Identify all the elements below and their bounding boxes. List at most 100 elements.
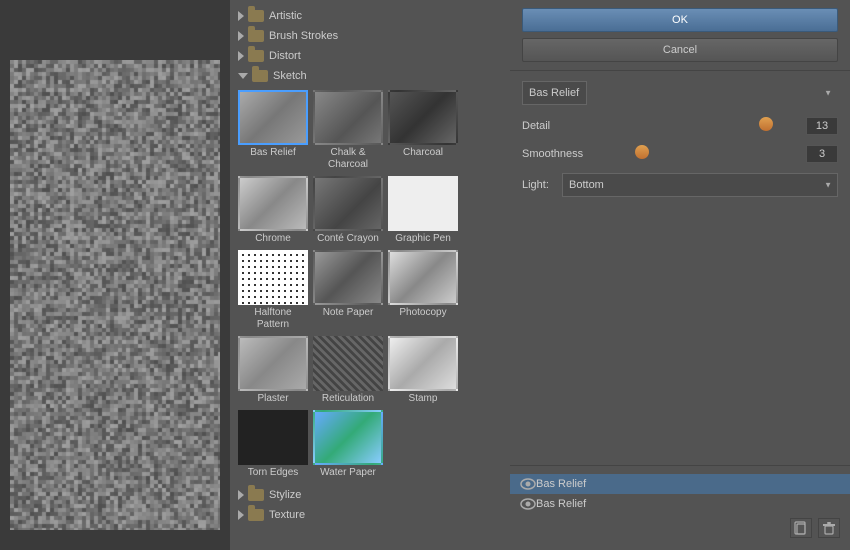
filter-select-wrapper: Bas Relief [522, 81, 838, 105]
filter-item-torn-edges[interactable]: Torn Edges [238, 410, 308, 479]
filter-label-reticulation: Reticulation [313, 393, 383, 405]
detail-label: Detail [522, 120, 602, 132]
folder-icon-texture [248, 509, 264, 521]
cancel-button[interactable]: Cancel [522, 38, 838, 62]
filter-item-stamp[interactable]: Stamp [388, 336, 458, 405]
filter-label-halftone-pattern: Halftone Pattern [238, 307, 308, 331]
layer-item-layer2[interactable]: Bas Relief [510, 494, 850, 514]
settings-area: Bas Relief Detail Smoothness Light: [510, 71, 850, 465]
detail-param-row: Detail [522, 117, 838, 135]
filter-item-chrome[interactable]: Chrome [238, 176, 308, 245]
filter-item-halftone-pattern[interactable]: Halftone Pattern [238, 250, 308, 331]
filter-label-charcoal: Charcoal [388, 147, 458, 159]
smoothness-label: Smoothness [522, 148, 602, 160]
filter-label-water-paper: Water Paper [313, 467, 383, 479]
smoothness-slider-container [610, 146, 798, 162]
sketch-filter-grid: Bas Relief Chalk & Charcoal Charcoal Chrome… [230, 85, 510, 484]
preview-area [0, 0, 230, 550]
category-label-sketch: Sketch [273, 70, 307, 82]
triangle-icon-brush-strokes [238, 31, 244, 41]
filter-select-row: Bas Relief [522, 81, 838, 105]
triangle-icon-sketch [238, 73, 248, 79]
filter-label-torn-edges: Torn Edges [238, 467, 308, 479]
category-header-stylize[interactable]: Stylize [230, 486, 510, 504]
filter-item-bas-relief[interactable]: Bas Relief [238, 90, 308, 171]
category-label-brush-strokes: Brush Strokes [269, 30, 338, 42]
preview-canvas [10, 60, 220, 530]
light-label: Light: [522, 179, 562, 191]
filter-select[interactable]: Bas Relief [522, 81, 587, 105]
smoothness-slider[interactable] [610, 146, 798, 162]
detail-slider-container [610, 118, 798, 134]
filter-item-graphic-pen[interactable]: Graphic Pen [388, 176, 458, 245]
layer-panel: Bas Relief Bas Relief [510, 465, 850, 550]
filter-thumb-conte-crayon [313, 176, 383, 231]
triangle-icon-stylize [238, 490, 244, 500]
filter-item-note-paper[interactable]: Note Paper [313, 250, 383, 331]
layer-controls [510, 514, 850, 542]
category-header-sketch[interactable]: Sketch [230, 67, 510, 85]
delete-layer-button[interactable] [818, 518, 840, 538]
category-distort: Distort [230, 47, 510, 65]
smoothness-value[interactable] [806, 145, 838, 163]
filter-item-photocopy[interactable]: Photocopy [388, 250, 458, 331]
filter-item-charcoal[interactable]: Charcoal [388, 90, 458, 171]
filter-thumb-plaster [238, 336, 308, 391]
filter-item-reticulation[interactable]: Reticulation [313, 336, 383, 405]
filter-thumb-note-paper [313, 250, 383, 305]
filter-label-bas-relief: Bas Relief [238, 147, 308, 159]
folder-icon-artistic [248, 10, 264, 22]
triangle-icon-texture [238, 510, 244, 520]
category-label-artistic: Artistic [269, 10, 302, 22]
category-label-texture: Texture [269, 509, 305, 521]
filter-thumb-chalk-charcoal [313, 90, 383, 145]
filter-thumb-torn-edges [238, 410, 308, 465]
filter-item-plaster[interactable]: Plaster [238, 336, 308, 405]
filter-label-graphic-pen: Graphic Pen [388, 233, 458, 245]
new-layer-icon [794, 521, 808, 535]
category-header-distort[interactable]: Distort [230, 47, 510, 65]
filter-thumb-charcoal [388, 90, 458, 145]
folder-icon-sketch [252, 70, 268, 82]
folder-icon-distort [248, 50, 264, 62]
layer-name-layer2: Bas Relief [536, 498, 586, 510]
folder-icon-stylize [248, 489, 264, 501]
filter-panel: Artistic Brush Strokes Distort Sketch Ba… [230, 0, 510, 550]
category-header-artistic[interactable]: Artistic [230, 7, 510, 25]
eye-icon [520, 498, 536, 510]
filter-item-conte-crayon[interactable]: Conté Crayon [313, 176, 383, 245]
new-layer-button[interactable] [790, 518, 812, 538]
filter-thumb-water-paper [313, 410, 383, 465]
category-header-brush-strokes[interactable]: Brush Strokes [230, 27, 510, 45]
filter-label-conte-crayon: Conté Crayon [313, 233, 383, 245]
filter-label-note-paper: Note Paper [313, 307, 383, 319]
category-header-texture[interactable]: Texture [230, 506, 510, 524]
detail-value[interactable] [806, 117, 838, 135]
preview-image [10, 60, 220, 530]
category-label-distort: Distort [269, 50, 301, 62]
top-buttons: OK Cancel [510, 0, 850, 71]
filter-item-water-paper[interactable]: Water Paper [313, 410, 383, 479]
filter-label-stamp: Stamp [388, 393, 458, 405]
filter-label-photocopy: Photocopy [388, 307, 458, 319]
category-stylize: Stylize [230, 486, 510, 504]
layer-item-layer1[interactable]: Bas Relief [510, 474, 850, 494]
detail-slider[interactable] [610, 118, 798, 134]
filter-thumb-bas-relief [238, 90, 308, 145]
filter-label-plaster: Plaster [238, 393, 308, 405]
filter-item-chalk-charcoal[interactable]: Chalk & Charcoal [313, 90, 383, 171]
category-label-stylize: Stylize [269, 489, 301, 501]
controls-panel: OK Cancel Bas Relief Detail Smoothness [510, 0, 850, 550]
filter-thumb-photocopy [388, 250, 458, 305]
category-texture: Texture [230, 506, 510, 524]
layer-name-layer1: Bas Relief [536, 478, 586, 490]
category-artistic: Artistic [230, 7, 510, 25]
filter-thumb-halftone-pattern [238, 250, 308, 305]
category-brush-strokes: Brush Strokes [230, 27, 510, 45]
delete-layer-icon [822, 521, 836, 535]
triangle-icon-distort [238, 51, 244, 61]
folder-icon-brush-strokes [248, 30, 264, 42]
ok-button[interactable]: OK [522, 8, 838, 32]
light-select[interactable]: Bottom Top Left Right Top Left Top Right… [562, 173, 838, 197]
filter-thumb-stamp [388, 336, 458, 391]
